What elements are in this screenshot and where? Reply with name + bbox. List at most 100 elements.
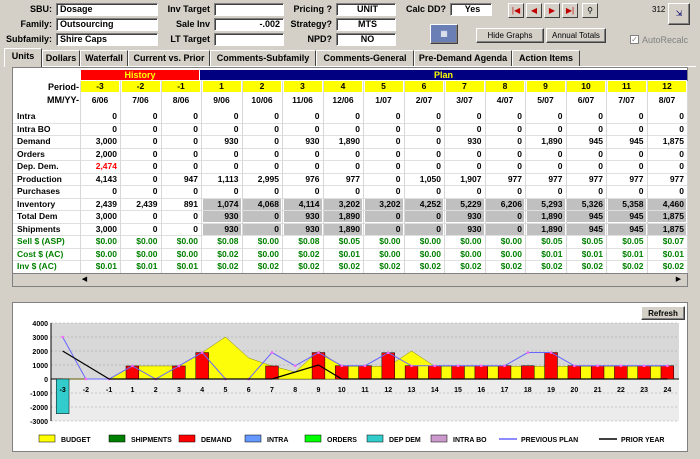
grid-cell[interactable]: 0 (486, 124, 524, 135)
grid-cell[interactable]: 0 (405, 186, 443, 197)
grid-cell[interactable]: $0.02 (324, 261, 362, 272)
grid-cell[interactable]: 0 (527, 111, 565, 122)
grid-cell[interactable]: 1,890 (324, 211, 362, 222)
grid-cell[interactable]: 3,000 (81, 136, 119, 147)
grid-cell[interactable]: 0 (365, 124, 403, 135)
sale-inv-field[interactable]: -.002 (214, 18, 284, 31)
grid-cell[interactable]: 1,890 (526, 211, 565, 222)
grid-cell[interactable]: 0 (567, 161, 605, 172)
grid-cell[interactable]: 0 (122, 124, 160, 135)
grid-cell[interactable]: 945 (607, 223, 646, 235)
grid-cell[interactable]: 0 (162, 161, 200, 172)
grid-cell[interactable]: 0 (486, 211, 524, 222)
grid-cell[interactable]: $0.02 (446, 261, 484, 272)
grid-cell[interactable]: 977 (567, 174, 605, 185)
grid-cell[interactable]: 0 (446, 149, 484, 160)
prev-record-button[interactable]: ◀ (526, 3, 542, 18)
grid-cell[interactable]: 0 (81, 124, 119, 135)
grid-cell[interactable]: 5,358 (607, 198, 646, 210)
grid-cell[interactable]: 0 (324, 149, 362, 160)
grid-cell[interactable]: 977 (527, 174, 565, 185)
grid-cell[interactable]: 0 (81, 111, 119, 122)
grid-cell[interactable]: 0 (324, 124, 362, 135)
grid-cell[interactable]: $0.00 (365, 249, 403, 260)
exit-icon[interactable]: ⇲ (668, 3, 690, 25)
subfamily-field[interactable]: Shire Caps (56, 33, 158, 46)
tab-comments-general[interactable]: Comments-General (316, 50, 414, 66)
sbu-field[interactable]: Dosage (56, 3, 158, 16)
scroll-left-icon[interactable]: ◀ (79, 275, 90, 285)
tab-action-items[interactable]: Action Items (512, 50, 580, 66)
grid-cell[interactable]: 0 (608, 111, 646, 122)
grid-cell[interactable]: 0 (648, 161, 686, 172)
grid-cell[interactable]: 0 (122, 174, 160, 185)
grid-cell[interactable]: 977 (486, 174, 524, 185)
grid-cell[interactable]: 1,875 (648, 223, 686, 235)
grid-cell[interactable]: 930 (284, 136, 322, 147)
grid-cell[interactable]: 976 (284, 174, 322, 185)
grid-cell[interactable]: 0 (203, 111, 241, 122)
grid-cell[interactable]: 0 (243, 161, 281, 172)
grid-cell[interactable]: $0.02 (567, 261, 605, 272)
grid-cell[interactable]: 0 (486, 161, 524, 172)
grid-cell[interactable]: $0.01 (162, 261, 200, 272)
grid-cell[interactable]: $0.00 (243, 249, 281, 260)
grid-cell[interactable]: $0.05 (567, 236, 605, 247)
grid-cell[interactable]: 945 (567, 223, 605, 235)
grid-cell[interactable]: $0.05 (527, 236, 565, 247)
inv-target-field[interactable] (214, 3, 284, 16)
grid-cell[interactable]: $0.01 (81, 261, 119, 272)
grid-cell[interactable]: 930 (445, 211, 484, 222)
grid-cell[interactable]: 0 (162, 211, 200, 222)
grid-cell[interactable]: 930 (202, 211, 241, 222)
calculator-icon[interactable]: ▦ (430, 24, 458, 44)
annual-totals-button[interactable]: Annual Totals (546, 28, 606, 43)
grid-cell[interactable]: 0 (446, 111, 484, 122)
grid-cell[interactable]: 945 (567, 211, 605, 222)
grid-cell[interactable]: 0 (284, 111, 322, 122)
autorecalc-checkbox[interactable]: ✓ (630, 35, 639, 44)
grid-cell[interactable]: 0 (405, 223, 443, 235)
grid-cell[interactable]: 0 (364, 223, 403, 235)
grid-cell[interactable]: 0 (365, 186, 403, 197)
grid-cell[interactable]: $0.02 (405, 261, 443, 272)
grid-cell[interactable]: 2,439 (122, 199, 160, 210)
grid-cell[interactable]: 0 (324, 111, 362, 122)
grid-cell[interactable]: 945 (608, 136, 646, 147)
grid-cell[interactable]: 5,229 (445, 198, 484, 210)
grid-cell[interactable]: 0 (405, 111, 443, 122)
grid-cell[interactable]: 1,890 (526, 223, 565, 235)
grid-cell[interactable]: 1,050 (405, 174, 443, 185)
tab-current-vs-prior[interactable]: Current vs. Prior (128, 50, 210, 66)
grid-cell[interactable]: 0 (81, 186, 119, 197)
grid-cell[interactable]: 0 (284, 149, 322, 160)
grid-cell[interactable]: $0.01 (648, 249, 686, 260)
grid-cell[interactable]: 0 (324, 186, 362, 197)
scroll-right-icon[interactable]: ▶ (673, 275, 684, 285)
grid-cell[interactable]: 0 (405, 124, 443, 135)
grid-cell[interactable]: 0 (567, 186, 605, 197)
grid-cell[interactable]: 2,995 (243, 174, 281, 185)
grid-cell[interactable]: 0 (527, 149, 565, 160)
grid-cell[interactable]: 0 (527, 124, 565, 135)
grid-cell[interactable]: $0.00 (446, 249, 484, 260)
grid-cell[interactable]: $0.02 (203, 261, 241, 272)
grid-cell[interactable]: 0 (365, 111, 403, 122)
grid-cell[interactable]: 0 (122, 111, 160, 122)
grid-cell[interactable]: $0.02 (243, 261, 281, 272)
grid-cell[interactable]: 0 (405, 136, 443, 147)
grid-cell[interactable]: 0 (122, 161, 160, 172)
hide-graphs-button[interactable]: Hide Graphs (476, 28, 544, 43)
grid-cell[interactable]: 1,074 (202, 198, 241, 210)
grid-cell[interactable]: 930 (283, 223, 322, 235)
tab-waterfall[interactable]: Waterfall (80, 50, 128, 66)
grid-cell[interactable]: 0 (162, 186, 200, 197)
grid-cell[interactable]: 0 (162, 111, 200, 122)
grid-cell[interactable]: $0.01 (567, 249, 605, 260)
grid-cell[interactable]: 0 (648, 124, 686, 135)
grid-cell[interactable]: $0.02 (527, 261, 565, 272)
grid-cell[interactable]: $0.02 (486, 261, 524, 272)
grid-cell[interactable]: 0 (122, 149, 160, 160)
grid-cell[interactable]: 977 (648, 174, 686, 185)
grid-cell[interactable]: 4,460 (648, 198, 686, 210)
